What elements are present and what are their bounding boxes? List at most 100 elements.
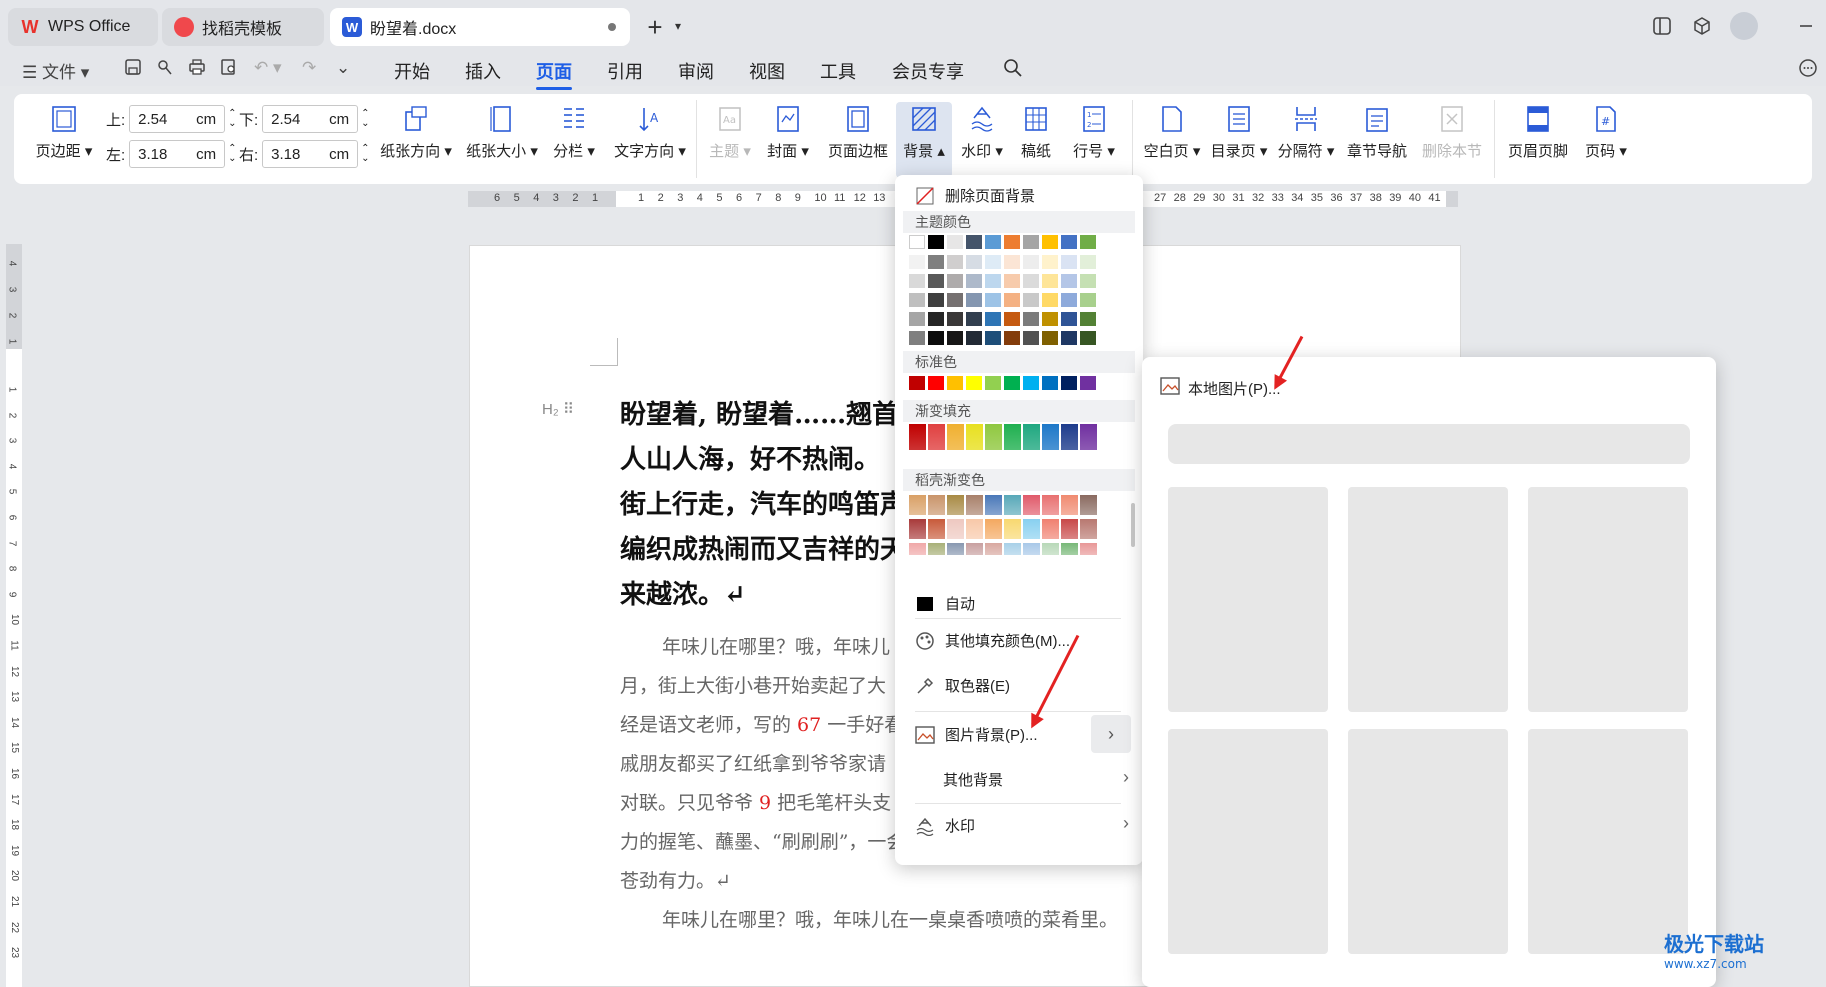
color-swatch[interactable] bbox=[947, 274, 963, 288]
menu-start[interactable]: 开始 bbox=[394, 58, 430, 84]
color-swatch[interactable] bbox=[1042, 255, 1058, 269]
docer-gradient-swatch[interactable] bbox=[909, 519, 926, 539]
docer-gradient-swatch[interactable] bbox=[966, 543, 983, 555]
color-swatch[interactable] bbox=[1080, 255, 1096, 269]
eyedropper[interactable]: 取色器(E) bbox=[915, 675, 1010, 696]
color-swatch[interactable] bbox=[1061, 293, 1077, 307]
margin-bottom-field[interactable]: 下: 2.54 cm ⌃ ⌄ bbox=[239, 104, 370, 134]
redo-icon[interactable]: ↷ bbox=[302, 58, 316, 78]
picture-thumbnail[interactable] bbox=[1348, 487, 1508, 712]
color-swatch[interactable] bbox=[947, 255, 963, 269]
color-swatch[interactable] bbox=[985, 331, 1001, 345]
picture-thumbnail[interactable] bbox=[1168, 487, 1328, 712]
color-swatch[interactable] bbox=[985, 255, 1001, 269]
undo-icon[interactable]: ↶ ▾ bbox=[254, 58, 282, 78]
background-button[interactable]: 背景 ▴ bbox=[896, 102, 952, 178]
picture-thumbnail[interactable] bbox=[1348, 729, 1508, 954]
color-swatch[interactable] bbox=[1042, 293, 1058, 307]
docer-gradient-swatch[interactable] bbox=[966, 495, 983, 515]
docer-gradient-swatch[interactable] bbox=[1042, 519, 1059, 539]
chevron-down-icon[interactable]: ⌄ bbox=[336, 58, 350, 78]
file-menu[interactable]: ☰ 文件 ▾ bbox=[22, 58, 89, 83]
color-swatch[interactable] bbox=[966, 274, 982, 288]
docer-gradient-swatch[interactable] bbox=[985, 519, 1002, 539]
color-swatch[interactable] bbox=[1080, 331, 1096, 345]
color-swatch[interactable] bbox=[1042, 274, 1058, 288]
docer-gradient-swatch[interactable] bbox=[1080, 543, 1097, 555]
avatar[interactable] bbox=[1730, 12, 1758, 40]
section-nav-button[interactable]: 章节导航 bbox=[1344, 104, 1410, 161]
color-swatch[interactable] bbox=[947, 293, 963, 307]
page-border-button[interactable]: 页面边框 bbox=[822, 104, 894, 161]
color-swatch[interactable] bbox=[928, 376, 944, 390]
color-swatch[interactable] bbox=[947, 331, 963, 345]
color-swatch[interactable] bbox=[966, 235, 982, 249]
color-swatch[interactable] bbox=[928, 235, 944, 249]
spinner-icon[interactable]: ⌃ ⌄ bbox=[228, 144, 236, 164]
color-swatch[interactable] bbox=[947, 376, 963, 390]
docer-gradient-swatch[interactable] bbox=[1061, 495, 1078, 515]
margin-right-field[interactable]: 右: 3.18 cm ⌃ ⌄ bbox=[239, 139, 370, 169]
columns-button[interactable]: 分栏 ▾ bbox=[546, 104, 602, 161]
color-swatch[interactable] bbox=[1042, 312, 1058, 326]
minimize-icon[interactable] bbox=[1796, 16, 1816, 36]
docer-gradient-swatch[interactable] bbox=[947, 519, 964, 539]
separator-button[interactable]: 分隔符 ▾ bbox=[1276, 104, 1336, 161]
auto-color[interactable]: 自动 bbox=[915, 593, 975, 614]
color-swatch[interactable] bbox=[1061, 235, 1077, 249]
docer-gradient-swatch[interactable] bbox=[985, 543, 1002, 555]
menu-references[interactable]: 引用 bbox=[607, 58, 643, 84]
color-swatch[interactable] bbox=[1080, 293, 1096, 307]
line-number-button[interactable]: 12 行号 ▾ bbox=[1066, 104, 1122, 161]
margins-button[interactable]: 页边距 ▾ bbox=[32, 104, 96, 161]
docer-gradient-swatch[interactable] bbox=[909, 495, 926, 515]
color-swatch[interactable] bbox=[909, 331, 925, 345]
delete-page-background[interactable]: 删除页面背景 bbox=[915, 185, 1035, 206]
color-swatch[interactable] bbox=[985, 274, 1001, 288]
docer-gradient-swatch[interactable] bbox=[1061, 519, 1078, 539]
docer-gradient-swatch[interactable] bbox=[909, 543, 926, 555]
tab-document[interactable]: W 盼望着.docx bbox=[330, 8, 630, 46]
new-tab-button[interactable]: + bbox=[640, 12, 670, 42]
color-swatch[interactable] bbox=[928, 274, 944, 288]
gradient-swatch[interactable] bbox=[1004, 424, 1021, 450]
color-swatch[interactable] bbox=[909, 255, 925, 269]
color-swatch[interactable] bbox=[928, 293, 944, 307]
docer-gradient-swatch[interactable] bbox=[1004, 543, 1021, 555]
color-swatch[interactable] bbox=[1023, 376, 1039, 390]
color-swatch[interactable] bbox=[985, 293, 1001, 307]
color-swatch[interactable] bbox=[928, 255, 944, 269]
text-direction-button[interactable]: A 文字方向 ▾ bbox=[606, 104, 694, 161]
paper-size-button[interactable]: 纸张大小 ▾ bbox=[462, 104, 542, 161]
color-swatch[interactable] bbox=[966, 331, 982, 345]
docer-gradient-swatch[interactable] bbox=[966, 519, 983, 539]
gradient-swatch[interactable] bbox=[1061, 424, 1078, 450]
docer-gradient-swatch[interactable] bbox=[947, 543, 964, 555]
color-swatch[interactable] bbox=[1061, 312, 1077, 326]
gradient-swatch[interactable] bbox=[1023, 424, 1040, 450]
print-icon[interactable] bbox=[188, 58, 206, 81]
docer-gradient-swatch[interactable] bbox=[928, 495, 945, 515]
blank-page-button[interactable]: 空白页 ▾ bbox=[1142, 104, 1202, 161]
gradient-swatch[interactable] bbox=[947, 424, 964, 450]
color-swatch[interactable] bbox=[985, 376, 1001, 390]
menu-view[interactable]: 视图 bbox=[749, 58, 785, 84]
color-swatch[interactable] bbox=[1061, 255, 1077, 269]
docer-gradient-swatch[interactable] bbox=[1004, 495, 1021, 515]
picture-thumbnail[interactable] bbox=[1168, 729, 1328, 954]
gradient-swatch[interactable] bbox=[928, 424, 945, 450]
chevron-down-icon[interactable]: ▾ bbox=[668, 16, 688, 36]
watermark-button[interactable]: 水印 ▾ bbox=[956, 104, 1008, 161]
watermark-menu-item[interactable]: 水印 bbox=[915, 815, 975, 836]
vertical-ruler[interactable]: 4321 1 2 3 4 5 6 7 8 9 10 11 12 13 14 15 16 17 18 19 20 21 22… bbox=[6, 244, 22, 987]
color-swatch[interactable] bbox=[928, 331, 944, 345]
docer-gradient-swatch[interactable] bbox=[1080, 519, 1097, 539]
picture-background[interactable]: 图片背景(P)... bbox=[915, 724, 1038, 745]
heading-level-icon[interactable]: H₂ ⠿ bbox=[542, 400, 574, 418]
color-swatch[interactable] bbox=[966, 293, 982, 307]
color-swatch[interactable] bbox=[928, 312, 944, 326]
color-swatch[interactable] bbox=[966, 312, 982, 326]
color-swatch[interactable] bbox=[1004, 255, 1020, 269]
color-swatch[interactable] bbox=[1023, 331, 1039, 345]
color-swatch[interactable] bbox=[1080, 235, 1096, 249]
